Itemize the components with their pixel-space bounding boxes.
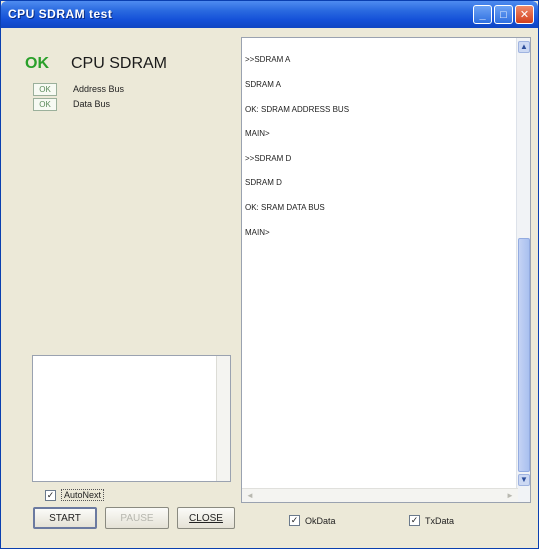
data-bus-status: OK [33, 98, 57, 111]
cpu-sdram-status: OK [25, 55, 49, 72]
console-lines: >>SDRAM A SDRAM A OK: SDRAM ADDRESS BUS … [245, 40, 513, 253]
txdata-checkbox-row[interactable]: ✓ TxData [409, 515, 454, 526]
okdata-checkbox[interactable]: ✓ [289, 515, 300, 526]
txdata-checkbox[interactable]: ✓ [409, 515, 420, 526]
scroll-left-arrow-icon[interactable]: ◄ [244, 490, 256, 501]
console-horizontal-scrollbar[interactable]: ◄ ► [242, 488, 518, 502]
autonext-label: AutoNext [61, 489, 105, 501]
scroll-up-arrow-icon[interactable]: ▲ [518, 41, 530, 53]
okdata-checkbox-row[interactable]: ✓ OkData [289, 515, 336, 526]
console-line: >>SDRAM A [245, 55, 291, 65]
console-line: MAIN> [245, 227, 270, 237]
window-title: CPU SDRAM test [8, 7, 113, 21]
scroll-down-arrow-icon[interactable]: ▼ [518, 474, 530, 486]
maximize-button[interactable]: □ [494, 5, 513, 24]
data-bus-label: Data Bus [73, 99, 111, 109]
autonext-checkbox[interactable]: ✓ [45, 489, 56, 501]
output-console[interactable]: >>SDRAM A SDRAM A OK: SDRAM ADDRESS BUS … [241, 37, 531, 503]
console-line: OK: SDRAM ADDRESS BUS [245, 104, 350, 114]
title-bar[interactable]: CPU SDRAM test _ □ ✕ [1, 1, 538, 28]
close-button[interactable]: CLOSE [177, 507, 235, 529]
message-box-scrollbar[interactable] [216, 356, 230, 481]
sdram-test-window: CPU SDRAM test _ □ ✕ OK CPU SDRAM OK Add… [0, 0, 539, 549]
console-vertical-scrollbar[interactable]: ▲ ▼ [516, 38, 530, 502]
okdata-label: OkData [305, 515, 336, 526]
scroll-right-arrow-icon[interactable]: ► [504, 490, 516, 501]
console-line: SDRAM A [245, 80, 282, 90]
console-line: SDRAM D [245, 178, 282, 188]
autonext-checkbox-row[interactable]: ✓ AutoNext [45, 489, 105, 501]
pause-button[interactable]: PAUSE [105, 507, 169, 529]
close-window-button[interactable]: ✕ [515, 5, 534, 24]
txdata-label: TxData [425, 515, 455, 526]
address-bus-status: OK [33, 83, 57, 96]
test-status-panel: OK CPU SDRAM OK Address Bus OK Data Bus … [9, 37, 235, 537]
console-line: MAIN> [245, 129, 270, 139]
console-line: OK: SRAM DATA BUS [245, 203, 325, 213]
message-box[interactable] [32, 355, 231, 482]
minimize-button[interactable]: _ [473, 5, 492, 24]
start-button[interactable]: START [33, 507, 97, 529]
scroll-thumb[interactable] [518, 238, 530, 472]
cpu-sdram-title: CPU SDRAM [71, 55, 168, 72]
address-bus-label: Address Bus [73, 84, 125, 94]
console-line: >>SDRAM D [245, 153, 292, 163]
